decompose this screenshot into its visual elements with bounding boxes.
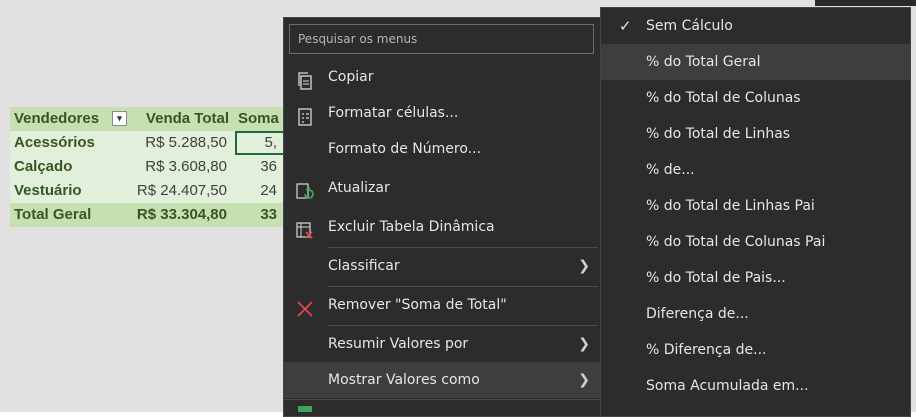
submenu-item-label: % Diferença de... (646, 342, 767, 358)
submenu-item-running-total-in[interactable]: Soma Acumulada em... (601, 368, 910, 404)
menu-item-copy[interactable]: Copiar (284, 59, 602, 95)
pivot-row-label[interactable]: Calçado (10, 155, 131, 179)
menu-search-placeholder: Pesquisar os menus (298, 32, 418, 46)
pivot-header-label: Venda Total (145, 110, 229, 127)
submenu-item-label: % do Total de Linhas Pai (646, 198, 815, 214)
menu-item-label: Excluir Tabela Dinâmica (328, 219, 495, 235)
pivot-header-label: Soma (238, 110, 279, 127)
menu-item-format-cells[interactable]: Formatar células... (284, 95, 602, 131)
menu-item-label: Resumir Valores por (328, 336, 469, 352)
menu-item-label: Classificar (328, 258, 400, 274)
copy-icon (296, 68, 314, 90)
show-values-as-submenu: ✓ Sem Cálculo % do Total Geral % do Tota… (600, 7, 911, 417)
submenu-item-label: % do Total de Colunas (646, 90, 801, 106)
selected-cell[interactable]: 5, (235, 131, 285, 155)
pivot-value-cell[interactable]: R$ 5.288,50 (131, 131, 235, 155)
chevron-right-icon: ❯ (578, 372, 590, 388)
format-cells-icon (296, 104, 314, 126)
pivot-total-value[interactable]: R$ 33.304,80 (131, 203, 235, 227)
pivot-value-cell[interactable]: R$ 24.407,50 (131, 179, 235, 203)
menu-item-number-format[interactable]: Formato de Número... (284, 131, 602, 167)
context-menu: Pesquisar os menus Copiar Formatar célul… (283, 17, 603, 417)
pivot-row-label[interactable]: Vestuário (10, 179, 131, 203)
submenu-item-label: % do Total de Colunas Pai (646, 234, 826, 250)
submenu-item-difference-from[interactable]: Diferença de... (601, 296, 910, 332)
menu-separator (284, 399, 602, 400)
menu-item-label: Remover "Soma de Total" (328, 297, 507, 313)
submenu-item-label: Diferença de... (646, 306, 749, 322)
submenu-item-label: Soma Acumulada em... (646, 378, 809, 394)
menu-item-label: Formatar células... (328, 105, 459, 121)
pivot-header-cell[interactable]: Venda Total (131, 107, 235, 131)
field-settings-icon (298, 406, 312, 412)
submenu-item-percent-parent-total[interactable]: % do Total de Pais... (601, 260, 910, 296)
menu-item-show-values-as[interactable]: Mostrar Valores como ❯ (284, 362, 602, 398)
menu-item-delete-pivot[interactable]: Excluir Tabela Dinâmica (284, 209, 602, 245)
pivot-value-cell[interactable]: R$ 3.608,80 (131, 155, 235, 179)
menu-item-label: Atualizar (328, 180, 390, 196)
submenu-item-label: Sem Cálculo (646, 18, 733, 34)
menu-item-label: Formato de Número... (328, 141, 482, 157)
submenu-item-percent-parent-row-total[interactable]: % do Total de Linhas Pai (601, 188, 910, 224)
submenu-item-label: % do Total de Linhas (646, 126, 791, 142)
submenu-item-label: % de... (646, 162, 695, 178)
pivot-value-cell[interactable]: 36 (235, 155, 285, 179)
filter-dropdown-icon[interactable]: ▾ (112, 111, 127, 126)
menu-item-refresh[interactable]: Atualizar (284, 170, 602, 206)
pivot-header-cell[interactable]: Soma (235, 107, 285, 131)
pivot-header-label: Vendedores (14, 110, 100, 127)
menu-item-label: Copiar (328, 69, 374, 85)
submenu-item-label: % do Total Geral (646, 54, 761, 70)
toolbar-edge (815, 0, 916, 6)
submenu-item-label: % do Total de Pais... (646, 270, 786, 286)
menu-item-label: Mostrar Valores como (328, 372, 480, 388)
submenu-item-percent-difference-from[interactable]: % Diferença de... (601, 332, 910, 368)
pivot-row-label[interactable]: Acessórios (10, 131, 131, 155)
chevron-right-icon: ❯ (578, 336, 590, 352)
menu-item-remove-field[interactable]: Remover "Soma de Total" (284, 287, 602, 323)
pivot-header-cell[interactable]: Vendedores ▾ (10, 107, 131, 131)
menu-item-sort[interactable]: Classificar ❯ (284, 248, 602, 284)
submenu-item-percent-row-total[interactable]: % do Total de Linhas (601, 116, 910, 152)
submenu-item-percent-of[interactable]: % de... (601, 152, 910, 188)
refresh-icon (296, 179, 314, 199)
remove-x-icon (296, 296, 314, 317)
submenu-item-percent-grand-total[interactable]: % do Total Geral (601, 44, 910, 80)
menu-item-summarize-values[interactable]: Resumir Valores por ❯ (284, 326, 602, 362)
menu-search-input[interactable]: Pesquisar os menus (289, 24, 594, 54)
submenu-item-percent-parent-column-total[interactable]: % do Total de Colunas Pai (601, 224, 910, 260)
pivot-total-label[interactable]: Total Geral (10, 203, 131, 227)
checkmark-icon: ✓ (619, 17, 632, 35)
delete-pivot-icon (296, 218, 314, 239)
chevron-right-icon: ❯ (578, 258, 590, 274)
submenu-item-percent-column-total[interactable]: % do Total de Colunas (601, 80, 910, 116)
pivot-total-value[interactable]: 33 (235, 203, 285, 227)
submenu-item-no-calculation[interactable]: ✓ Sem Cálculo (601, 8, 910, 44)
pivot-value-cell[interactable]: 24 (235, 179, 285, 203)
